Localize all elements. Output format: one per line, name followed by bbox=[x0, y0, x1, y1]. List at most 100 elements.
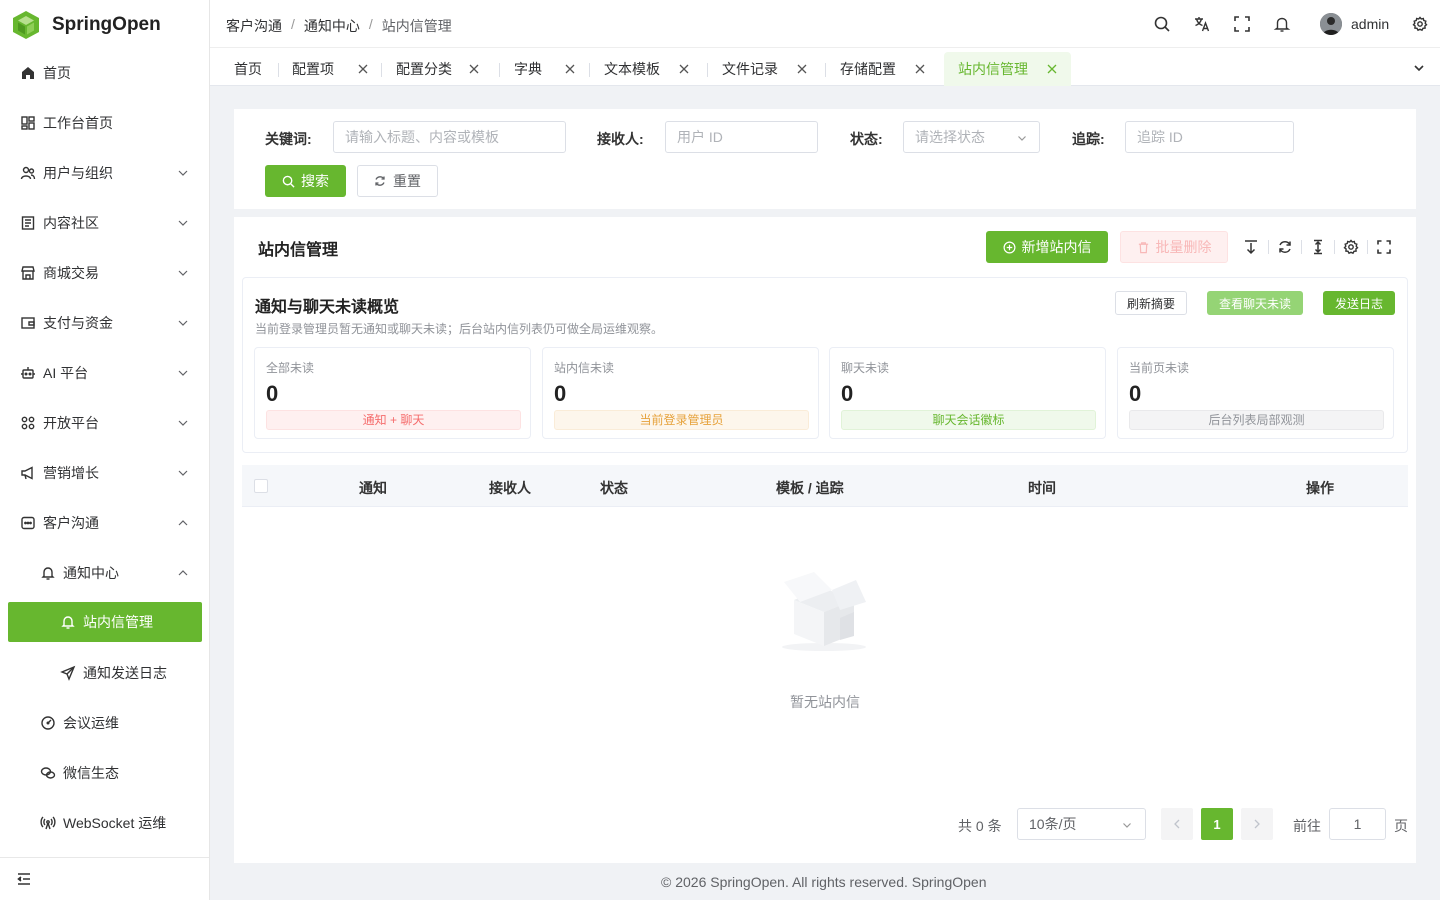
tab-home[interactable]: 首页 bbox=[234, 52, 262, 86]
sidebar-item-wechat[interactable]: 微信生态 bbox=[0, 748, 209, 798]
status-label: 状态: bbox=[850, 131, 883, 147]
sidebar-item-customer-comm[interactable]: 客户沟通 bbox=[0, 498, 209, 548]
logo[interactable]: SpringOpen bbox=[0, 0, 209, 50]
tab-file-records[interactable]: 文件记录 bbox=[722, 52, 807, 86]
view-chat-unread-label: 查看聊天未读 bbox=[1218, 296, 1291, 311]
sidebar-item-mall[interactable]: 商城交易 bbox=[0, 248, 209, 298]
trace-input[interactable]: 追踪 ID bbox=[1125, 121, 1294, 153]
sidebar-item-send-log[interactable]: 通知发送日志 bbox=[0, 648, 209, 698]
sidebar-item-workbench[interactable]: 工作台首页 bbox=[0, 98, 209, 148]
stat-label: 站内信未读 bbox=[554, 361, 615, 375]
logo-icon bbox=[13, 11, 39, 39]
status-select-placeholder: 请选择状态 bbox=[915, 129, 985, 145]
prev-page-button[interactable] bbox=[1161, 808, 1193, 840]
receiver-input[interactable]: 用户 ID bbox=[665, 121, 818, 153]
batch-delete-button[interactable]: 批量删除 bbox=[1120, 231, 1228, 263]
reset-button[interactable]: 重置 bbox=[357, 165, 438, 197]
fullscreen-icon[interactable] bbox=[1233, 15, 1251, 33]
density-icon[interactable] bbox=[1310, 239, 1326, 255]
close-icon[interactable] bbox=[1047, 64, 1057, 74]
goto-page-input[interactable]: 1 bbox=[1329, 808, 1386, 840]
close-icon[interactable] bbox=[565, 64, 575, 74]
tab-config-category[interactable]: 配置分类 bbox=[396, 52, 479, 86]
sidebar-item-payment[interactable]: 支付与资金 bbox=[0, 298, 209, 348]
tab-config-items[interactable]: 配置项 bbox=[292, 52, 368, 86]
plus-circle-icon bbox=[1003, 241, 1015, 253]
view-chat-unread-button[interactable]: 查看聊天未读 bbox=[1207, 291, 1303, 315]
sidebar-item-label: 通知中心 bbox=[63, 565, 119, 581]
stat-tag: 通知 + 聊天 bbox=[266, 410, 521, 430]
page-suffix: 页 bbox=[1394, 818, 1408, 834]
sidebar-item-label: 用户与组织 bbox=[43, 165, 113, 181]
tab-bar: 首页 配置项 配置分类 字典 文本模板 文件记录 存储配置 站内信管理 bbox=[210, 48, 1440, 86]
chevron-down-icon[interactable] bbox=[1413, 62, 1425, 74]
next-page-button[interactable] bbox=[1241, 808, 1273, 840]
close-icon[interactable] bbox=[797, 64, 807, 74]
tab-label: 站内信管理 bbox=[958, 61, 1028, 77]
send-log-label: 发送日志 bbox=[1334, 296, 1383, 311]
select-all-checkbox[interactable] bbox=[254, 479, 268, 493]
status-select[interactable]: 请选择状态 bbox=[903, 121, 1040, 153]
footer-copyright: © 2026 SpringOpen. All rights reserved. … bbox=[661, 874, 987, 890]
sidebar-item-station-message[interactable]: 站内信管理 bbox=[8, 602, 202, 642]
sidebar-item-label: 开放平台 bbox=[43, 415, 99, 431]
page-title: 站内信管理 bbox=[258, 242, 339, 259]
tab-label: 字典 bbox=[514, 61, 542, 77]
tab-station-message[interactable]: 站内信管理 bbox=[944, 52, 1071, 86]
sidebar-item-home[interactable]: 首页 bbox=[0, 48, 209, 98]
translate-icon[interactable] bbox=[1193, 15, 1211, 33]
page-size-select[interactable]: 10条/页 bbox=[1017, 808, 1146, 840]
tab-text-template[interactable]: 文本模板 bbox=[604, 52, 689, 86]
add-message-button[interactable]: 新增站内信 bbox=[986, 231, 1108, 263]
chevron-down-icon bbox=[1123, 823, 1131, 828]
page-number-active[interactable]: 1 bbox=[1201, 808, 1233, 840]
avatar[interactable] bbox=[1320, 13, 1342, 35]
toolbar-divider bbox=[1334, 240, 1335, 254]
bell-icon[interactable] bbox=[1273, 15, 1291, 33]
sidebar-item-label: 客户沟通 bbox=[43, 515, 99, 531]
send-log-button[interactable]: 发送日志 bbox=[1323, 291, 1395, 315]
chat-icon bbox=[21, 516, 35, 530]
search-button-label: 搜索 bbox=[301, 173, 329, 189]
refresh-icon[interactable] bbox=[1277, 239, 1293, 255]
column-height-icon[interactable] bbox=[1243, 239, 1259, 255]
chevron-down-icon bbox=[178, 270, 188, 276]
refresh-summary-button[interactable]: 刷新摘要 bbox=[1115, 291, 1187, 315]
breadcrumb-item[interactable]: 客户沟通 bbox=[226, 16, 282, 36]
tab-divider bbox=[707, 63, 708, 77]
sidebar-item-websocket[interactable]: WebSocket 运维 bbox=[0, 798, 209, 848]
refresh-summary-label: 刷新摘要 bbox=[1126, 296, 1175, 311]
sidebar-item-marketing[interactable]: 营销增长 bbox=[0, 448, 209, 498]
close-icon[interactable] bbox=[915, 64, 925, 74]
search-button[interactable]: 搜索 bbox=[265, 165, 346, 197]
tab-dictionary[interactable]: 字典 bbox=[514, 52, 575, 86]
close-icon[interactable] bbox=[679, 64, 689, 74]
sidebar-item-users[interactable]: 用户与组织 bbox=[0, 148, 209, 198]
gear-icon[interactable] bbox=[1343, 239, 1359, 255]
sidebar-item-label: 首页 bbox=[43, 65, 71, 81]
sidebar-item-meeting-ops[interactable]: 会议运维 bbox=[0, 698, 209, 748]
close-icon[interactable] bbox=[469, 64, 479, 74]
gear-icon[interactable] bbox=[1412, 16, 1428, 32]
sidebar-item-content[interactable]: 内容社区 bbox=[0, 198, 209, 248]
search-icon[interactable] bbox=[1153, 15, 1171, 33]
sidebar-item-notification-center[interactable]: 通知中心 bbox=[0, 548, 209, 598]
fullscreen-icon[interactable] bbox=[1376, 239, 1392, 255]
username[interactable]: admin bbox=[1351, 16, 1389, 32]
trace-label: 追踪: bbox=[1072, 131, 1105, 147]
breadcrumb-item: 站内信管理 bbox=[381, 18, 452, 34]
sidebar-collapse[interactable] bbox=[0, 857, 209, 900]
breadcrumb-item[interactable]: 通知中心 bbox=[304, 16, 360, 36]
tab-label: 存储配置 bbox=[840, 61, 896, 77]
sidebar-item-label: 支付与资金 bbox=[43, 315, 113, 331]
shop-icon bbox=[21, 266, 35, 280]
tab-storage-config[interactable]: 存储配置 bbox=[840, 52, 925, 86]
keyword-input[interactable]: 请输入标题、内容或模板 bbox=[333, 121, 566, 153]
close-icon[interactable] bbox=[358, 64, 368, 74]
tab-divider bbox=[381, 63, 382, 77]
sidebar-item-open-platform[interactable]: 开放平台 bbox=[0, 398, 209, 448]
chevron-down-icon bbox=[178, 170, 188, 176]
sidebar-item-ai[interactable]: AI 平台 bbox=[0, 348, 209, 398]
bell-icon bbox=[61, 616, 75, 629]
wallet-icon bbox=[21, 317, 35, 329]
